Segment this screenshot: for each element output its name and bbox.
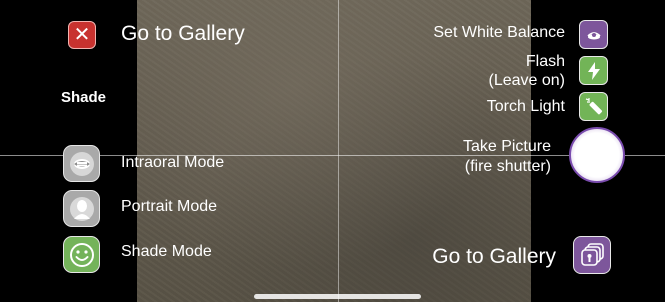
white-balance-button[interactable] <box>579 20 608 49</box>
flash-label-line1[interactable]: Flash <box>526 53 565 71</box>
mouth-icon <box>69 151 94 176</box>
gallery-button[interactable] <box>573 236 611 274</box>
white-balance-icon <box>586 31 601 39</box>
portrait-mode-button[interactable] <box>63 190 100 227</box>
smiley-face-icon <box>69 242 94 267</box>
torch-light-button[interactable] <box>579 92 608 121</box>
shade-label: Shade <box>61 89 107 106</box>
go-to-gallery-top-link[interactable]: Go to Gallery <box>121 22 245 46</box>
home-indicator[interactable] <box>254 294 421 299</box>
flash-label-line2[interactable]: (Leave on) <box>489 72 566 90</box>
shade-mode-label[interactable]: Shade Mode <box>121 243 212 261</box>
gallery-stack-icon <box>581 243 604 266</box>
intraoral-mode-button[interactable] <box>63 145 100 182</box>
shutter-button[interactable] <box>569 127 625 183</box>
camera-screen: ✕ Go to Gallery Shade Intraoral Mode Por… <box>0 0 665 302</box>
shade-mode-button[interactable] <box>63 236 100 273</box>
close-button[interactable]: ✕ <box>68 21 96 49</box>
intraoral-mode-label[interactable]: Intraoral Mode <box>121 154 224 172</box>
person-silhouette-icon <box>69 196 94 221</box>
grid-line-vertical <box>338 0 339 302</box>
take-picture-label-line2[interactable]: (fire shutter) <box>465 158 551 176</box>
flash-button[interactable] <box>579 56 608 85</box>
go-to-gallery-bottom-link[interactable]: Go to Gallery <box>432 245 556 269</box>
close-x-icon: ✕ <box>73 24 91 46</box>
take-picture-label-line1[interactable]: Take Picture <box>463 138 551 156</box>
portrait-mode-label[interactable]: Portrait Mode <box>121 198 217 216</box>
torch-icon <box>585 97 602 114</box>
white-balance-label[interactable]: Set White Balance <box>433 24 565 42</box>
flash-icon <box>587 61 600 80</box>
torch-light-label[interactable]: Torch Light <box>487 98 565 116</box>
